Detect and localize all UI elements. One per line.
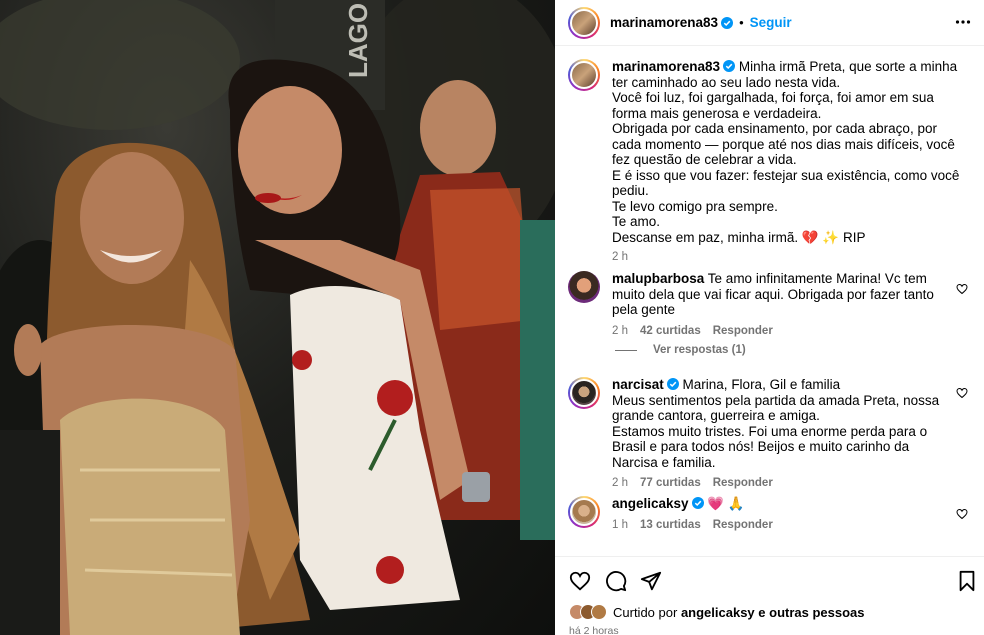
commenter-avatar[interactable] [568, 271, 600, 303]
caption-line: Te levo comigo pra sempre. [612, 198, 778, 214]
like-comment-heart-icon[interactable] [956, 508, 968, 520]
caption-line: Obrigada por cada ensinamento, por cada … [612, 121, 955, 167]
verified-badge-icon [691, 497, 704, 509]
separator-dot: • [739, 15, 744, 30]
caption-line: Descanse em paz, minha irmã. 💔 ✨ RIP [612, 229, 866, 245]
comment-username[interactable]: narcisat [612, 377, 664, 392]
comment-item: angelicaksy 💗 🙏 1 h 13 curtidas Responde… [568, 496, 968, 531]
liked-by-others[interactable]: e outras pessoas [758, 605, 864, 620]
comment-username[interactable]: malupbarbosa [612, 271, 704, 286]
heart-icon[interactable] [569, 570, 591, 592]
owner-avatar[interactable] [568, 6, 600, 39]
comments-list[interactable]: marinamorena83 Minha irmã Preta, que sor… [555, 47, 984, 555]
post-actions-bar: Curtido por angelicaksy e outras pessoas… [555, 556, 984, 635]
save-icon[interactable] [956, 570, 978, 592]
comment-text: Estamos muito tristes. Foi uma enorme pe… [612, 423, 928, 470]
liker-avatar[interactable] [591, 604, 607, 620]
liked-by-row: Curtido por angelicaksy e outras pessoas [569, 604, 865, 620]
post-header: marinamorena83 • Seguir [555, 0, 984, 46]
comment-item: narcisat Marina, Flora, Gil e familia Me… [568, 377, 968, 489]
comment-icon[interactable] [605, 570, 627, 592]
post-caption: marinamorena83 Minha irmã Preta, que sor… [568, 59, 968, 263]
more-options-icon[interactable] [955, 14, 971, 30]
reply-button[interactable]: Responder [713, 519, 773, 531]
caption-owner-avatar[interactable] [568, 59, 600, 91]
follow-button[interactable]: Seguir [750, 15, 792, 30]
comment-text: 💗 🙏 [707, 496, 745, 511]
comment-timestamp[interactable]: 1 h [612, 519, 628, 531]
post-side-panel: marinamorena83 • Seguir marinamorena83 M… [555, 0, 984, 635]
post-photo[interactable]: LAGO [0, 0, 555, 635]
commenter-avatar[interactable] [568, 377, 600, 409]
caption-username[interactable]: marinamorena83 [612, 59, 720, 74]
verified-badge-icon [666, 378, 679, 390]
replies-divider [615, 349, 637, 351]
post-time-ago[interactable]: há 2 horas [569, 625, 619, 635]
like-comment-heart-icon[interactable] [956, 387, 968, 399]
comment-timestamp[interactable]: 2 h [612, 325, 628, 337]
comment-likes-count[interactable]: 42 curtidas [640, 325, 701, 337]
comment-likes-count[interactable]: 13 curtidas [640, 519, 701, 531]
caption-timestamp[interactable]: 2 h [612, 251, 628, 263]
comment-text: Marina, Flora, Gil e familia [682, 377, 841, 392]
view-replies-button[interactable]: Ver respostas (1) [615, 344, 746, 356]
verified-badge-icon [721, 16, 734, 29]
caption-line: Você foi luz, foi gargalhada, foi força,… [612, 90, 934, 121]
reply-button[interactable]: Responder [713, 477, 773, 489]
comment-likes-count[interactable]: 77 curtidas [640, 477, 701, 489]
caption-line: Te amo. [612, 214, 661, 229]
comment-item: malupbarbosa Te amo infinitamente Marina… [568, 271, 968, 337]
comment-timestamp[interactable]: 2 h [612, 477, 628, 489]
verified-badge-icon [723, 60, 736, 72]
photo-sign-text: LAGO [343, 3, 373, 78]
comment-text: Meus sentimentos pela partida da amada P… [612, 392, 940, 424]
like-comment-heart-icon[interactable] [956, 283, 968, 295]
photo-illustration: LAGO [0, 0, 555, 635]
view-replies-label: Ver respostas (1) [653, 344, 746, 356]
owner-username[interactable]: marinamorena83 [610, 15, 718, 30]
comment-username[interactable]: angelicaksy [612, 496, 689, 511]
share-icon[interactable] [640, 570, 662, 592]
liked-by-prefix: Curtido por [613, 604, 678, 620]
liked-by-user[interactable]: angelicaksy [681, 605, 755, 620]
commenter-avatar[interactable] [568, 496, 600, 528]
reply-button[interactable]: Responder [713, 325, 773, 337]
caption-line: E é isso que vou fazer: festejar sua exi… [612, 167, 960, 199]
